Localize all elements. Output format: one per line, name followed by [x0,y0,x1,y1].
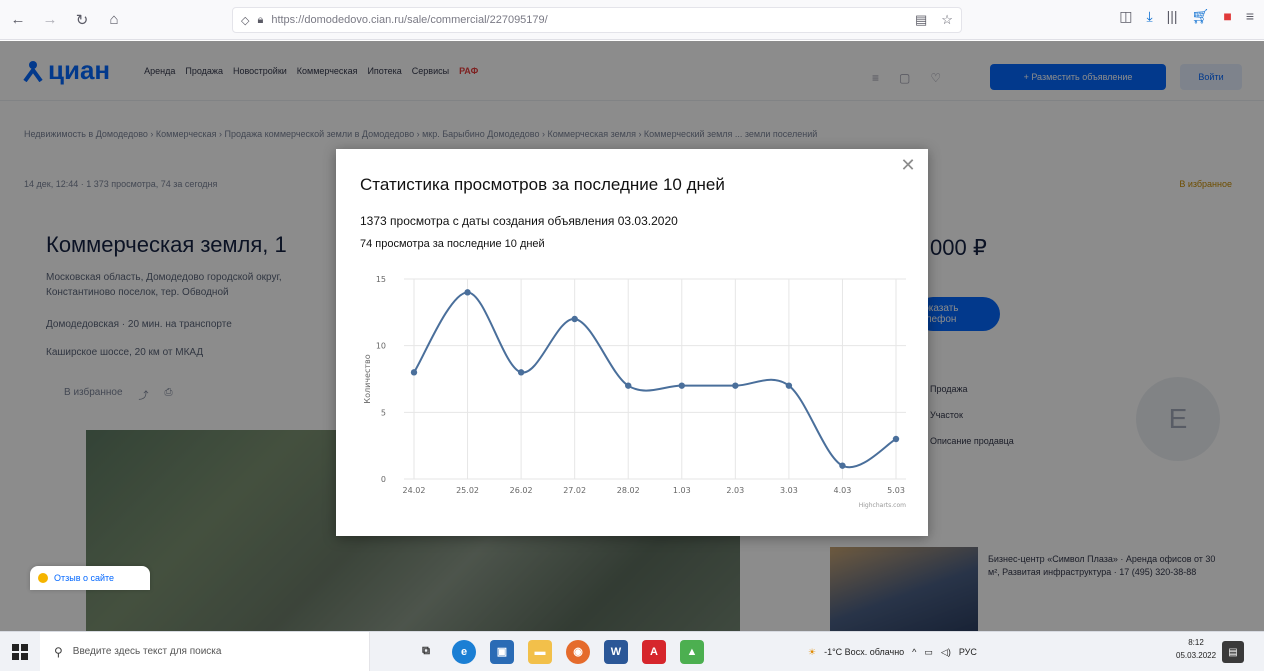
word-icon[interactable]: W [604,639,628,664]
firefox-icon[interactable]: ◉ [566,639,590,664]
smile-icon [38,573,48,583]
screen: ← → ↻ ⌂ ◇ 🔒︎ https://domodedovo.cian.ru/… [0,0,1264,671]
x-tick-label: 4.03 [834,486,852,495]
x-tick-label: 24.02 [403,486,426,495]
x-tick-label: 1.03 [673,486,691,495]
y-tick-label: 5 [381,408,386,417]
x-tick-label: 25.02 [456,486,479,495]
x-tick-label: 5.03 [887,486,905,495]
edge-icon[interactable]: e [452,639,476,664]
extension-icon[interactable]: ■ [1223,8,1231,25]
cart-icon[interactable]: 🛒︎ [1192,8,1210,25]
feedback-button[interactable]: Отзыв о сайте [30,566,150,590]
pdf-reader-icon[interactable]: A [642,639,666,664]
x-tick-label: 26.02 [510,486,533,495]
download-icon[interactable]: ⤓ [1146,8,1152,25]
chart-credit: Highcharts.com [859,502,906,509]
series-line [413,291,897,469]
network-icon[interactable]: ▭ [924,647,933,658]
lock-icon: 🔒︎ [257,13,264,26]
shield-icon: ◇ [241,14,250,27]
lang-indicator[interactable]: РУС [959,647,977,657]
clock-date: 05.03.2022 [1176,651,1217,660]
explorer-icon[interactable]: ▬ [528,639,552,664]
data-point [571,315,578,323]
y-tick-label: 15 [376,275,386,284]
address-bar[interactable]: ◇ 🔒︎ https://domodedovo.cian.ru/sale/com… [232,7,962,33]
notifications-icon[interactable]: ▤ [1222,641,1244,663]
x-tick-label: 3.03 [780,486,798,495]
x-tick-label: 2.03 [726,486,744,495]
arrow-left-icon[interactable]: ← [4,6,32,34]
url-actions: ▤ ☆ [915,12,953,28]
data-point [839,462,846,469]
data-point [892,435,900,443]
y-tick-label: 0 [381,475,386,484]
weather-icon[interactable]: ☀ [808,647,816,658]
data-point [464,289,471,296]
menu-icon[interactable]: ≡ [1246,8,1254,25]
taskbar-apps: ⧉ e ▣ ▬ ◉ W A ▲ [414,639,704,664]
arrow-right-icon[interactable]: → [36,6,64,34]
reload-icon[interactable]: ↻ [68,6,96,34]
views-line-chart: 0 5 10 15 24.02 25.02 26.02 27.02 28.02 1.03 2.03 3… [363,275,906,509]
data-point [678,382,685,389]
data-point [785,382,793,389]
volume-icon[interactable]: ◁) [941,647,951,658]
store-icon[interactable]: ▣ [490,639,514,664]
search-icon: ⚲ [54,644,63,659]
system-tray: ☀ -1°C Восх. облачно ^ ▭ ◁) РУС [808,632,977,671]
y-tick-label: 10 [376,342,386,351]
y-axis-label: Количество [363,354,372,403]
windows-taskbar: ⚲ Введите здесь текст для поиска ⧉ e ▣ ▬… [0,631,1264,671]
task-view-icon[interactable]: ⧉ [414,640,438,664]
taskbar-search-input[interactable]: ⚲ Введите здесь текст для поиска [40,631,370,671]
data-point [732,382,739,389]
pocket-icon[interactable]: ◫ [1119,8,1132,25]
x-tick-label: 28.02 [617,486,640,495]
modal-title: Статистика просмотров за последние 10 дн… [360,175,725,194]
chevron-up-icon[interactable]: ^ [912,647,916,657]
reader-view-icon[interactable]: ▤ [915,12,927,28]
x-tick-label: 27.02 [563,486,586,495]
search-placeholder: Введите здесь текст для поиска [72,646,222,657]
data-point [410,369,418,376]
bookmark-star-icon[interactable]: ☆ [941,12,953,28]
data-point [625,382,632,389]
browser-actions: ◫ ⤓ ||| 🛒︎ ■ ≡ [1119,8,1254,25]
recent-views: 74 просмотра за последние 10 дней [360,238,545,250]
total-views: 1373 просмотра с даты создания объявлени… [360,214,678,228]
home-icon[interactable]: ⌂ [100,6,128,34]
stats-modal: ✕ Статистика просмотров за последние 10 … [336,149,928,536]
close-icon[interactable]: ✕ [898,155,918,175]
feedback-label: Отзыв о сайте [54,573,115,583]
taskbar-clock[interactable]: 8:12 05.03.2022 [1176,636,1216,662]
windows-start-icon[interactable] [0,632,40,671]
url-text: https://domodedovo.cian.ru/sale/commerci… [271,14,548,26]
clock-time: 8:12 [1188,638,1204,647]
weather-text[interactable]: -1°C Восх. облачно [824,647,904,657]
data-point [517,369,525,376]
browser-toolbar: ← → ↻ ⌂ ◇ 🔒︎ https://domodedovo.cian.ru/… [0,0,1264,40]
library-icon[interactable]: ||| [1167,8,1178,25]
photos-icon[interactable]: ▲ [680,639,704,664]
